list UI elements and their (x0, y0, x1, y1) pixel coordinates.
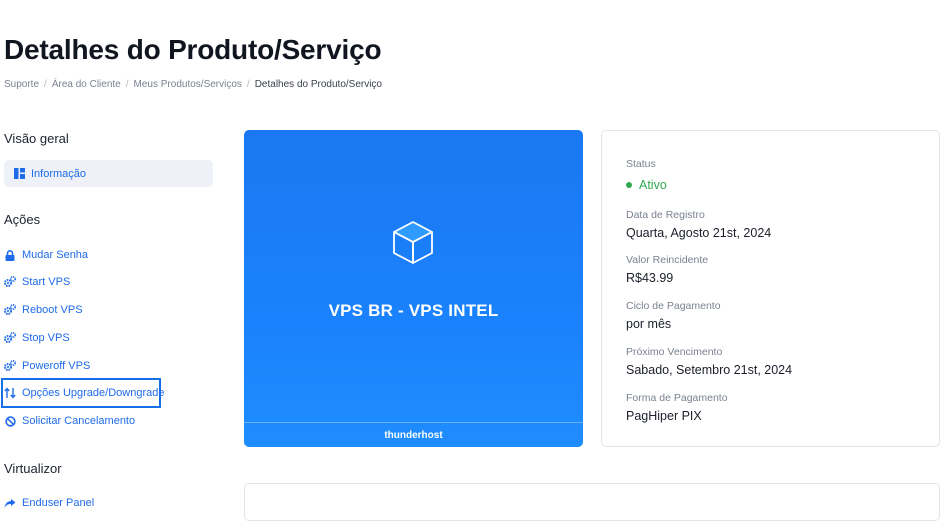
payment-method-label: Forma de Pagamento (626, 392, 728, 404)
sidebar-item-label: Enduser Panel (22, 497, 95, 509)
cogs-icon (4, 276, 16, 288)
product-card-footer: thunderhost (244, 422, 583, 447)
sidebar-item-enduser-panel[interactable]: Enduser Panel (4, 493, 94, 513)
product-name: VPS BR - VPS INTEL (328, 301, 499, 320)
virtualizor-section-title: Virtualizor (4, 461, 62, 476)
next-due-date-value: Sabado, Setembro 21st, 2024 (626, 363, 793, 377)
bottom-panel (244, 483, 940, 521)
sidebar-item-stop-vps[interactable]: Stop VPS (4, 328, 70, 348)
status-dot-icon (626, 182, 632, 188)
registration-date-value: Quarta, Agosto 21st, 2024 (626, 226, 772, 240)
sidebar-item-label: Stop VPS (22, 332, 70, 344)
breadcrumb-link-client-area[interactable]: Área do Cliente (52, 79, 121, 90)
ban-icon (4, 415, 16, 427)
lock-icon (4, 249, 16, 261)
billing-cycle-label: Ciclo de Pagamento (626, 300, 721, 312)
recurring-amount-value: R$43.99 (626, 271, 674, 285)
billing-cycle-value: por mês (626, 317, 672, 331)
registration-date-label: Data de Registro (626, 209, 705, 221)
status-label: Status (626, 158, 656, 170)
sidebar-item-label: Opções Upgrade/Downgrade (22, 387, 165, 399)
cogs-icon (4, 304, 16, 316)
sidebar-item-label: Solicitar Cancelamento (22, 415, 136, 427)
product-info-card: Status Ativo Data de Registro Quarta, Ag… (601, 130, 940, 447)
breadcrumb-separator: / (246, 79, 250, 90)
recurring-amount-label: Valor Reincidente (626, 254, 709, 266)
sort-arrows-icon (4, 387, 16, 399)
next-due-date-label: Próximo Vencimento (626, 346, 723, 358)
cogs-icon (4, 360, 16, 372)
sidebar-item-solicitar-cancelamento[interactable]: Solicitar Cancelamento (4, 411, 135, 431)
breadcrumb-current: Detalhes do Produto/Serviço (254, 79, 382, 90)
status-badge: Ativo (626, 178, 667, 192)
share-arrow-icon (4, 497, 16, 509)
status-value: Ativo (639, 178, 667, 192)
cogs-icon (4, 332, 16, 344)
breadcrumb-separator: / (44, 79, 47, 90)
sidebar-item-mudar-senha[interactable]: Mudar Senha (4, 245, 88, 265)
sidebar-item-label: Start VPS (22, 276, 71, 288)
sidebar-item-informacao[interactable]: Informação (4, 160, 213, 187)
sidebar-item-label: Poweroff VPS (22, 360, 91, 372)
sidebar-item-poweroff-vps[interactable]: Poweroff VPS (4, 356, 90, 376)
sidebar-item-upgrade-downgrade[interactable]: Opções Upgrade/Downgrade (1, 378, 165, 408)
payment-method-value: PagHiper PIX (626, 409, 702, 423)
breadcrumb: Suporte / Área do Cliente / Meus Produto… (4, 79, 382, 90)
dashboard-icon (13, 168, 25, 180)
breadcrumb-link-suporte[interactable]: Suporte (4, 79, 39, 90)
sidebar-item-label: Mudar Senha (22, 249, 89, 261)
sidebar-item-label: Informação (31, 167, 87, 180)
overview-section-title: Visão geral (4, 131, 69, 146)
actions-section-title: Ações (4, 212, 41, 227)
breadcrumb-link-my-products[interactable]: Meus Produtos/Serviços (134, 79, 242, 90)
product-card: VPS BR - VPS INTEL thunderhost (244, 130, 583, 447)
breadcrumb-separator: / (125, 79, 129, 90)
sidebar-item-label: Reboot VPS (22, 304, 83, 316)
sidebar-item-reboot-vps[interactable]: Reboot VPS (4, 300, 83, 320)
page-title: Detalhes do Produto/Serviço (4, 34, 382, 65)
sidebar-item-start-vps[interactable]: Start VPS (4, 272, 70, 292)
cube-icon (393, 221, 433, 264)
